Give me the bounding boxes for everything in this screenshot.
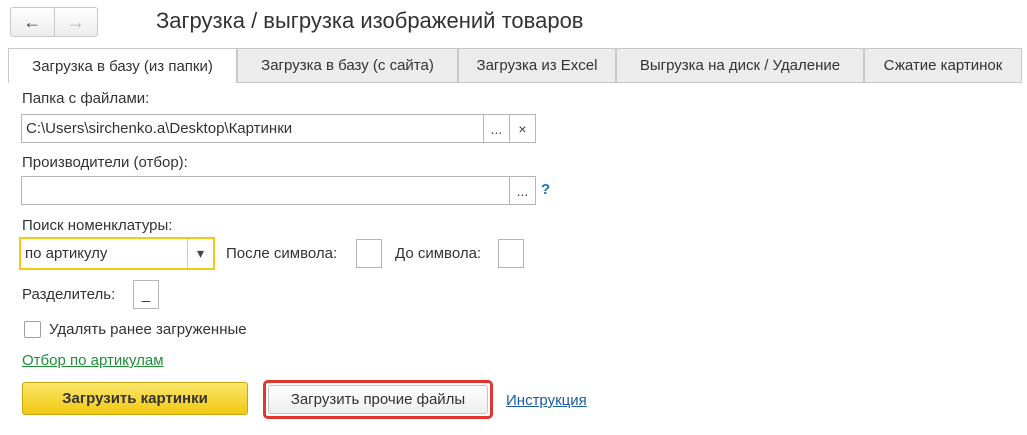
folder-label: Папка с файлами: [22,90,150,107]
tab-load-from-folder[interactable]: Загрузка в базу (из папки) [8,48,237,83]
manufacturers-select-button[interactable]: ... [509,177,535,204]
separator-input[interactable]: _ [133,280,159,309]
search-label: Поиск номенклатуры: [22,217,173,234]
manufacturers-field[interactable]: ... [21,176,536,205]
close-icon: × [518,120,527,137]
forward-button[interactable]: → [53,8,98,36]
tab-load-from-excel[interactable]: Загрузка из Excel [458,48,616,82]
after-symbol-input[interactable] [356,239,382,268]
load-images-button[interactable]: Загрузить картинки [22,382,248,415]
separator-label: Разделитель: [22,286,116,303]
arrow-right-icon: → [66,11,85,32]
load-other-files-button[interactable]: Загрузить прочие файлы [268,385,488,414]
filter-by-article-link[interactable]: Отбор по артикулам [22,352,164,369]
delete-previous-checkbox[interactable] [24,321,41,338]
before-symbol-label: До символа: [395,245,482,262]
tab-load-from-site[interactable]: Загрузка в базу (с сайта) [237,48,458,82]
folder-path-value[interactable]: C:\Users\sirchenko.a\Desktop\Картинки [22,120,483,137]
back-button[interactable]: ← [11,8,54,36]
instruction-link[interactable]: Инструкция [506,392,587,409]
before-symbol-input[interactable] [498,239,524,268]
folder-field[interactable]: C:\Users\sirchenko.a\Desktop\Картинки ..… [21,114,536,143]
tab-export-delete[interactable]: Выгрузка на диск / Удаление [616,48,864,82]
folder-select-button[interactable]: ... [483,115,509,142]
delete-previous-label[interactable]: Удалять ранее загруженные [49,321,247,338]
arrow-left-icon: ← [23,11,42,32]
navigation-buttons: ← → [10,7,98,37]
tab-compress-images[interactable]: Сжатие картинок [864,48,1022,82]
folder-clear-button[interactable]: × [509,115,535,142]
window-title: Загрузка / выгрузка изображений товаров [156,8,584,33]
search-mode-value: по артикулу [25,245,108,262]
manufacturers-label: Производители (отбор): [22,154,188,171]
help-icon[interactable]: ? [541,181,550,198]
chevron-down-icon[interactable]: ▾ [187,239,213,268]
search-mode-select[interactable]: по артикулу ▾ [19,237,215,270]
tab-bar: Загрузка в базу (из папки) Загрузка в ба… [8,48,1022,83]
after-symbol-label: После символа: [226,245,338,262]
